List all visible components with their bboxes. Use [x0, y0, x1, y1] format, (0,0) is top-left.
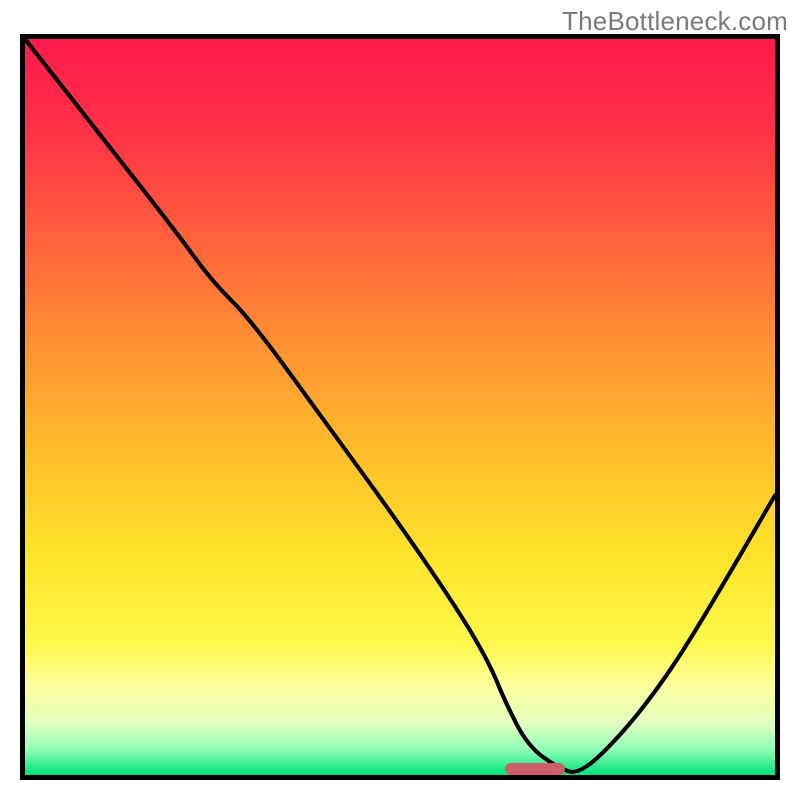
- plot-area: [20, 34, 780, 780]
- watermark-text: TheBottleneck.com: [562, 6, 788, 37]
- chart-stage: TheBottleneck.com: [0, 0, 800, 800]
- bottleneck-curve-path: [25, 39, 775, 772]
- optimal-marker: [505, 763, 565, 775]
- curve-layer: [25, 39, 775, 775]
